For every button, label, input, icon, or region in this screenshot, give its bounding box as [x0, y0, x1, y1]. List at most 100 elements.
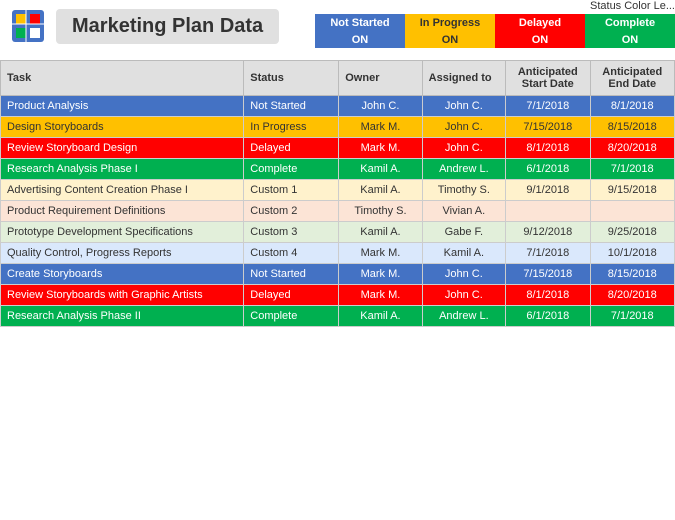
cell-status: Not Started	[244, 264, 339, 285]
legend-complete: Complete	[585, 14, 675, 32]
legend-status-row: Not Started In Progress Delayed Complete	[315, 14, 675, 32]
cell-task: Research Analysis Phase II	[1, 306, 244, 327]
cell-owner: Kamil A.	[339, 306, 422, 327]
cell-owner: Mark M.	[339, 264, 422, 285]
cell-start: 9/1/2018	[506, 180, 590, 201]
legend-not-started: Not Started	[315, 14, 405, 32]
cell-start: 7/1/2018	[506, 96, 590, 117]
cell-end: 8/1/2018	[590, 96, 674, 117]
cell-start: 8/1/2018	[506, 285, 590, 306]
col-header-owner: Owner	[339, 61, 422, 96]
cell-assigned: Vivian A.	[422, 201, 505, 222]
col-header-task: Task	[1, 61, 244, 96]
col-header-assigned: Assigned to	[422, 61, 505, 96]
cell-end: 9/25/2018	[590, 222, 674, 243]
table-header-row: Task Status Owner Assigned to Anticipate…	[1, 61, 675, 96]
cell-end: 8/20/2018	[590, 285, 674, 306]
cell-end: 7/1/2018	[590, 306, 674, 327]
cell-end: 8/15/2018	[590, 264, 674, 285]
data-table-wrapper: Task Status Owner Assigned to Anticipate…	[0, 60, 675, 327]
cell-end: 9/15/2018	[590, 180, 674, 201]
col-header-start: Anticipated Start Date	[506, 61, 590, 96]
cell-assigned: John C.	[422, 264, 505, 285]
cell-task: Product Requirement Definitions	[1, 201, 244, 222]
cell-start: 6/1/2018	[506, 306, 590, 327]
cell-end	[590, 201, 674, 222]
legend-on-in-progress: ON	[405, 32, 495, 48]
cell-start: 8/1/2018	[506, 138, 590, 159]
cell-task: Quality Control, Progress Reports	[1, 243, 244, 264]
cell-task: Design Storyboards	[1, 117, 244, 138]
legend-on-complete: ON	[585, 32, 675, 48]
cell-assigned: John C.	[422, 285, 505, 306]
cell-assigned: Andrew L.	[422, 159, 505, 180]
table-row: Design StoryboardsIn ProgressMark M.John…	[1, 117, 675, 138]
cell-assigned: John C.	[422, 117, 505, 138]
legend-on-row: ON ON ON ON	[315, 32, 675, 48]
status-legend: Status Color Le... Not Started In Progre…	[315, 0, 675, 48]
cell-start	[506, 201, 590, 222]
cell-status: Custom 4	[244, 243, 339, 264]
table-row: Review Storyboards with Graphic ArtistsD…	[1, 285, 675, 306]
cell-end: 10/1/2018	[590, 243, 674, 264]
cell-status: In Progress	[244, 117, 339, 138]
table-row: Research Analysis Phase IICompleteKamil …	[1, 306, 675, 327]
legend-on-delayed: ON	[495, 32, 585, 48]
cell-owner: Kamil A.	[339, 222, 422, 243]
table-row: Product AnalysisNot StartedJohn C.John C…	[1, 96, 675, 117]
cell-owner: Kamil A.	[339, 180, 422, 201]
table-row: Product Requirement DefinitionsCustom 2T…	[1, 201, 675, 222]
legend-on-not-started: ON	[315, 32, 405, 48]
cell-start: 7/15/2018	[506, 117, 590, 138]
cell-status: Delayed	[244, 285, 339, 306]
cell-start: 7/15/2018	[506, 264, 590, 285]
legend-in-progress: In Progress	[405, 14, 495, 32]
legend-title: Status Color Le...	[590, 0, 675, 12]
cell-owner: Timothy S.	[339, 201, 422, 222]
table-row: Quality Control, Progress ReportsCustom …	[1, 243, 675, 264]
table-row: Advertising Content Creation Phase ICust…	[1, 180, 675, 201]
cell-status: Delayed	[244, 138, 339, 159]
cell-start: 9/12/2018	[506, 222, 590, 243]
cell-owner: Mark M.	[339, 138, 422, 159]
page-title: Marketing Plan Data	[56, 9, 279, 44]
cell-status: Complete	[244, 306, 339, 327]
cell-task: Create Storyboards	[1, 264, 244, 285]
table-row: Create StoryboardsNot StartedMark M.John…	[1, 264, 675, 285]
cell-status: Not Started	[244, 96, 339, 117]
cell-task: Review Storyboards with Graphic Artists	[1, 285, 244, 306]
cell-status: Custom 2	[244, 201, 339, 222]
cell-owner: John C.	[339, 96, 422, 117]
table-row: Prototype Development SpecificationsCust…	[1, 222, 675, 243]
cell-assigned: John C.	[422, 96, 505, 117]
cell-owner: Kamil A.	[339, 159, 422, 180]
table-row: Review Storyboard DesignDelayedMark M.Jo…	[1, 138, 675, 159]
cell-assigned: John C.	[422, 138, 505, 159]
cell-owner: Mark M.	[339, 285, 422, 306]
cell-assigned: Andrew L.	[422, 306, 505, 327]
legend-delayed: Delayed	[495, 14, 585, 32]
cell-assigned: Kamil A.	[422, 243, 505, 264]
cell-task: Research Analysis Phase I	[1, 159, 244, 180]
col-header-end: Anticipated End Date	[590, 61, 674, 96]
cell-start: 6/1/2018	[506, 159, 590, 180]
cell-task: Advertising Content Creation Phase I	[1, 180, 244, 201]
table-row: Research Analysis Phase ICompleteKamil A…	[1, 159, 675, 180]
cell-status: Custom 1	[244, 180, 339, 201]
cell-assigned: Timothy S.	[422, 180, 505, 201]
cell-owner: Mark M.	[339, 117, 422, 138]
cell-end: 8/20/2018	[590, 138, 674, 159]
cell-task: Review Storyboard Design	[1, 138, 244, 159]
cell-status: Custom 3	[244, 222, 339, 243]
cell-end: 8/15/2018	[590, 117, 674, 138]
cell-start: 7/1/2018	[506, 243, 590, 264]
cell-owner: Mark M.	[339, 243, 422, 264]
cell-assigned: Gabe F.	[422, 222, 505, 243]
cell-status: Complete	[244, 159, 339, 180]
cell-task: Prototype Development Specifications	[1, 222, 244, 243]
spreadsheet-icon	[10, 8, 46, 44]
col-header-status: Status	[244, 61, 339, 96]
marketing-plan-table: Task Status Owner Assigned to Anticipate…	[0, 60, 675, 327]
cell-end: 7/1/2018	[590, 159, 674, 180]
cell-task: Product Analysis	[1, 96, 244, 117]
